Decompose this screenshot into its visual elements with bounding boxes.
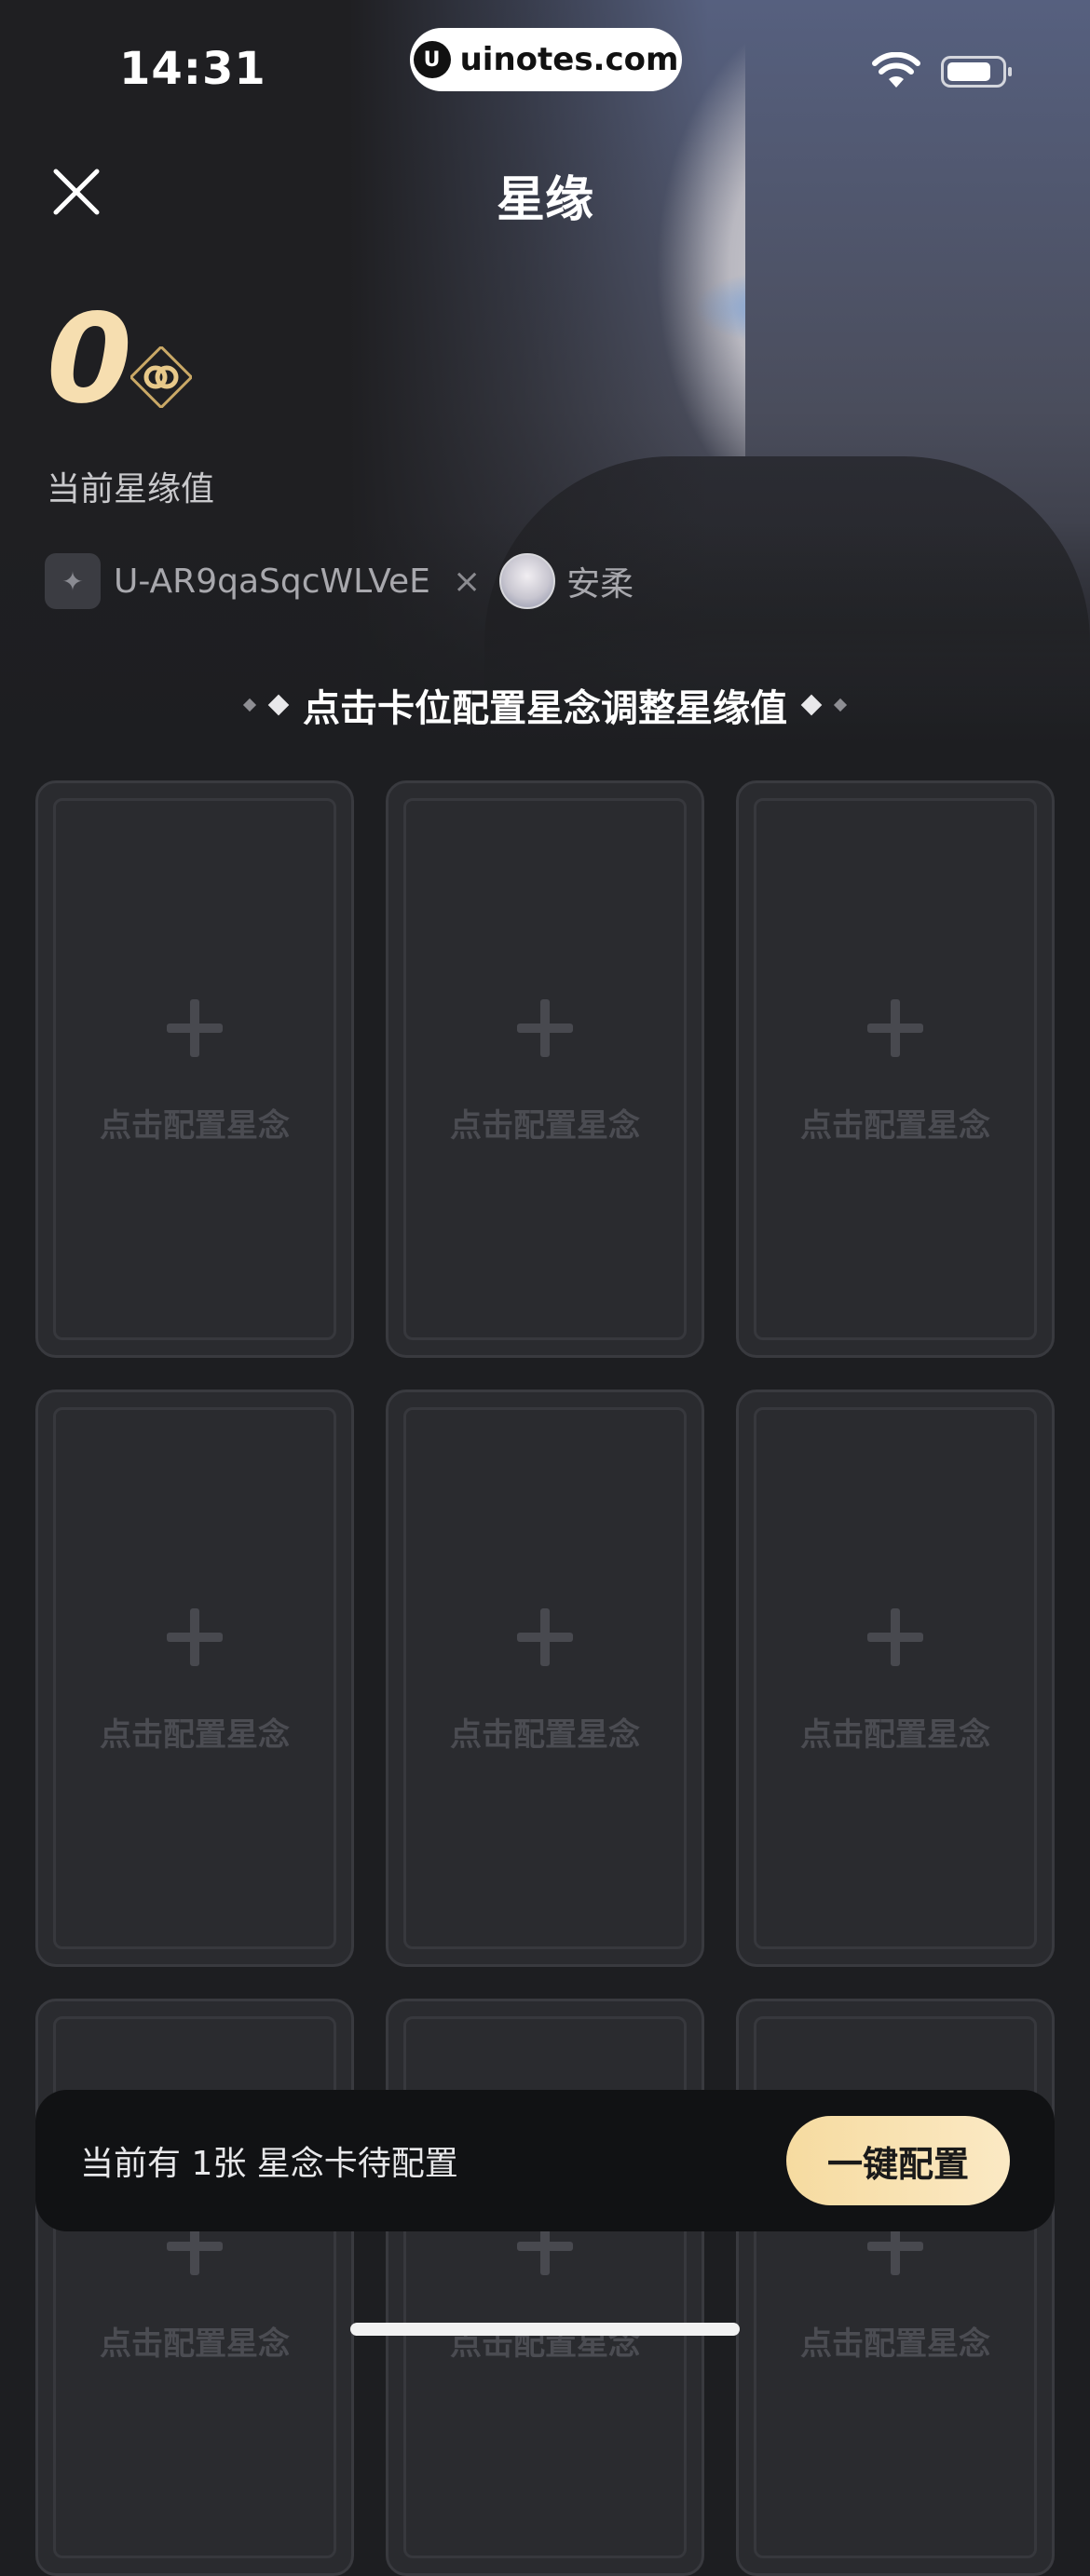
plus-icon (38, 1608, 351, 1666)
card-slot[interactable]: 点击配置星念 (35, 780, 354, 1358)
pair-info: ✦ U-AR9qaSqcWLVeE × 安柔 (45, 551, 634, 611)
page-title: 星缘 (496, 172, 593, 228)
card-slot[interactable]: 点击配置星念 (35, 1390, 354, 1967)
pending-config-bar: 当前有 1张 星念卡待配置 一键配置 (35, 2090, 1055, 2231)
partner-avatar (499, 553, 556, 609)
plus-icon (388, 999, 702, 1057)
home-indicator[interactable] (350, 2323, 740, 2336)
card-slot-label: 点击配置星念 (800, 1716, 990, 1754)
user-avatar: ✦ (45, 553, 101, 609)
star-bond-label: 当前星缘值 (47, 470, 215, 508)
card-slot-label: 点击配置星念 (450, 1107, 640, 1145)
card-slot[interactable]: 点击配置星念 (386, 1999, 704, 2576)
one-click-config-button[interactable]: 一键配置 (786, 2116, 1010, 2205)
status-time: 14:31 (119, 43, 266, 95)
wifi-icon (872, 52, 920, 88)
user-name: U-AR9qaSqcWLVeE (114, 562, 430, 601)
card-slot[interactable]: 点击配置星念 (35, 1999, 354, 2576)
card-slot-label: 点击配置星念 (100, 1107, 290, 1145)
hint-banner: 点击卡位配置星念调整星缘值 (0, 678, 1090, 732)
plus-icon (739, 1608, 1052, 1666)
card-slot[interactable]: 点击配置星念 (386, 780, 704, 1358)
card-slot-label: 点击配置星念 (100, 2325, 290, 2363)
card-slot-label: 点击配置星念 (800, 1107, 990, 1145)
card-slot[interactable]: 点击配置星念 (386, 1390, 704, 1967)
card-slot-label: 点击配置星念 (800, 2325, 990, 2363)
times-icon: × (452, 562, 482, 601)
star-bond-value: 0 (47, 288, 132, 431)
plus-icon (739, 999, 1052, 1057)
watermark-text: uinotes.com (459, 41, 679, 78)
battery-icon (941, 56, 1012, 88)
plus-icon (388, 1608, 702, 1666)
watermark: U uinotes.com (410, 28, 682, 91)
diamond-icon (267, 694, 290, 716)
card-slot[interactable]: 点击配置星念 (736, 1999, 1055, 2576)
card-slot-label: 点击配置星念 (100, 1716, 290, 1754)
diamond-icon (800, 694, 823, 716)
card-slot[interactable]: 点击配置星念 (736, 1390, 1055, 1967)
card-slot[interactable]: 点击配置星念 (736, 780, 1055, 1358)
partner-name: 安柔 (566, 565, 634, 603)
pending-count-text: 当前有 1张 星念卡待配置 (80, 2145, 458, 2183)
diamond-icon (833, 698, 848, 712)
bond-rings-icon (130, 346, 192, 408)
hint-text: 点击卡位配置星念调整星缘值 (303, 687, 787, 730)
watermark-logo-icon: U (413, 41, 451, 78)
card-slot-label: 点击配置星念 (450, 1716, 640, 1754)
diamond-icon (242, 698, 257, 712)
plus-icon (38, 999, 351, 1057)
